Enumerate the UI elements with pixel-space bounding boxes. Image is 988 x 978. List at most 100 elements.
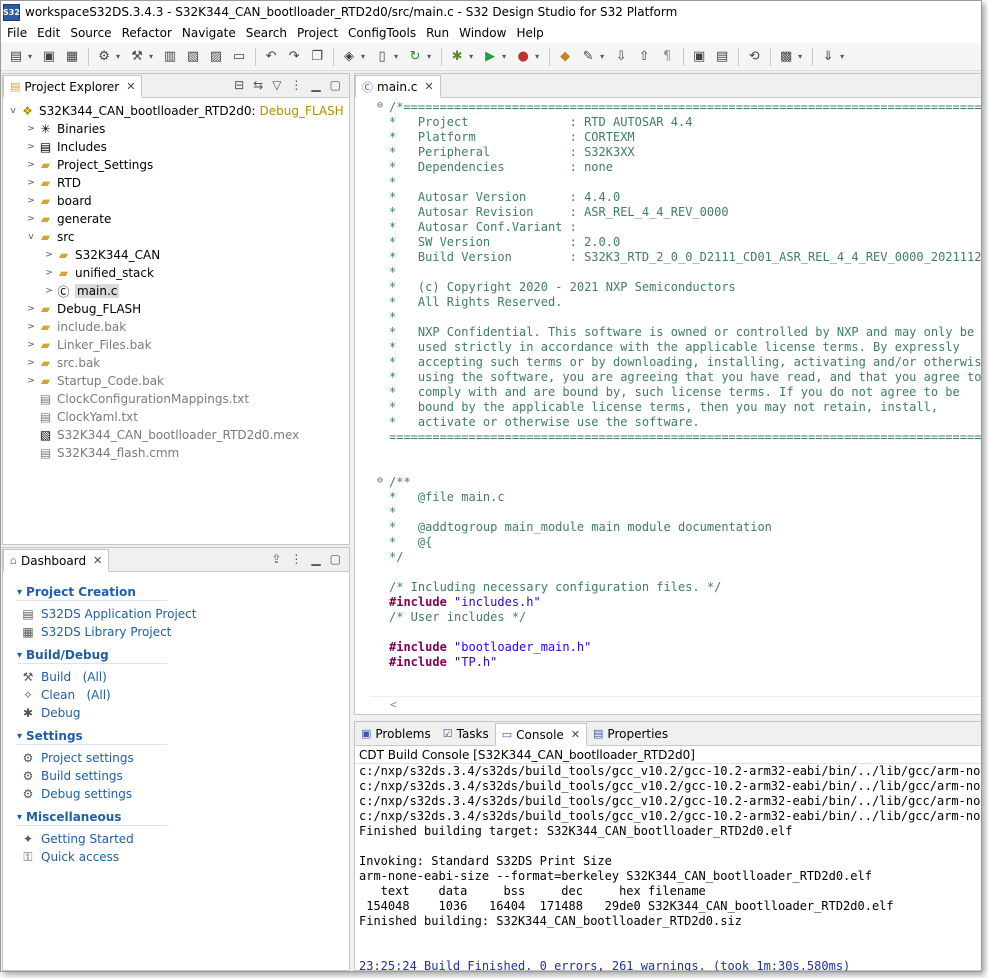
menu-search[interactable]: Search (242, 26, 293, 40)
monitor-icon[interactable]: ▣ (688, 46, 710, 68)
debug-dropdown-icon[interactable]: ▾ (469, 52, 473, 61)
view-menu-icon[interactable]: ⋮ (290, 552, 302, 566)
prev-annotation-icon[interactable]: ⇧ (633, 46, 655, 68)
chevron-right-icon[interactable]: > (25, 214, 37, 224)
tree-item[interactable]: > ▰ Debug_FLASH (3, 300, 349, 318)
terminal-icon[interactable]: ▭ (228, 46, 250, 68)
new-dropdown-icon[interactable]: ▾ (28, 52, 32, 61)
chevron-down-icon[interactable]: v (7, 106, 19, 116)
menu-window[interactable]: Window (455, 26, 512, 40)
menu-refactor[interactable]: Refactor (118, 26, 178, 40)
dashboard-section-title[interactable]: ▾ Settings (17, 726, 349, 746)
refresh-icon[interactable]: ↻ (404, 46, 426, 68)
chevron-right-icon[interactable]: > (25, 322, 37, 332)
collapse-icon[interactable]: ⊖ (377, 475, 383, 486)
dashboard-section-title[interactable]: ▾ Build/Debug (17, 645, 349, 665)
dashboard-link[interactable]: ✱ Debug (17, 704, 349, 722)
chevron-right-icon[interactable]: > (25, 142, 37, 152)
new-file-dropdown-icon[interactable]: ▾ (394, 52, 398, 61)
import-icon[interactable]: ▨ (205, 46, 227, 68)
menu-navigate[interactable]: Navigate (178, 26, 242, 40)
filter-icon[interactable]: ▽ (272, 78, 281, 92)
new-project-icon[interactable]: ▧ (182, 46, 204, 68)
external-tools-dropdown-icon[interactable]: ▾ (535, 52, 539, 61)
horizontal-scrollbar[interactable]: < (370, 696, 981, 714)
reset-icon[interactable]: ⟲ (743, 46, 765, 68)
external-tools-icon[interactable]: ● (512, 46, 534, 68)
tree-item[interactable]: v ▰ src (3, 228, 349, 246)
open-type-icon[interactable]: ◆ (554, 46, 576, 68)
tree-item[interactable]: > ▰ include.bak (3, 318, 349, 336)
tree-item[interactable]: > ▰ generate (3, 210, 349, 228)
tab-properties[interactable]: ▤ Properties (587, 722, 675, 745)
debug-icon[interactable]: ✱ (446, 46, 468, 68)
new-file-icon[interactable]: ▯ (371, 46, 393, 68)
chevron-down-icon[interactable]: ▾ (17, 650, 22, 661)
new-class-dropdown-icon[interactable]: ▾ (361, 52, 365, 61)
download-icon[interactable]: ⇓ (817, 46, 839, 68)
menu-edit[interactable]: Edit (33, 26, 66, 40)
tree-item[interactable]: > ▰ S32K344_CAN (3, 246, 349, 264)
minimize-icon[interactable]: ▁ (311, 552, 320, 566)
minimize-icon[interactable]: ▁ (311, 78, 320, 92)
dashboard-link[interactable]: ⚙ Debug settings (17, 785, 349, 803)
build-config-dropdown-icon[interactable]: ▾ (116, 52, 120, 61)
tree-item[interactable]: > Ⓒmain.c (3, 282, 349, 300)
tree-item[interactable]: > ▤ Includes (3, 138, 349, 156)
chevron-right-icon[interactable]: > (25, 196, 37, 206)
menu-project[interactable]: Project (293, 26, 344, 40)
chevron-down-icon[interactable]: ▾ (17, 587, 22, 598)
tab-tasks[interactable]: ☑ Tasks (436, 722, 495, 745)
chevron-right-icon[interactable]: > (43, 286, 55, 296)
tree-item[interactable]: > ▰ RTD (3, 174, 349, 192)
tree-item[interactable]: > ▰ unified_stack (3, 264, 349, 282)
dashboard-link[interactable]: ⚙ Project settings (17, 749, 349, 767)
menu-file[interactable]: File (3, 26, 33, 40)
tree-item[interactable]: > ▰ src.bak (3, 354, 349, 372)
tab-problems[interactable]: ▣ Problems (355, 722, 437, 745)
chevron-right-icon[interactable]: > (25, 124, 37, 134)
collapse-all-icon[interactable]: ⊟ (234, 78, 244, 92)
dashboard-link[interactable]: ⚙ Build settings (17, 767, 349, 785)
dashboard-section-title[interactable]: ▾ Miscellaneous (17, 807, 349, 827)
maximize-icon[interactable]: ▢ (330, 78, 341, 92)
tree-item[interactable]: > ▰ Project_Settings (3, 156, 349, 174)
tab-dashboard[interactable]: ⌂ Dashboard ✕ (3, 549, 110, 572)
chevron-down-icon[interactable]: ▾ (17, 812, 22, 823)
new-class-icon[interactable]: ◈ (338, 46, 360, 68)
dashboard-section-title[interactable]: ▾ Project Creation (17, 582, 349, 602)
run-dropdown-icon[interactable]: ▾ (502, 52, 506, 61)
dashboard-link[interactable]: ▤ S32DS Application Project (17, 605, 349, 623)
tree-item[interactable]: ▤ S32K344_flash.cmm (3, 444, 349, 462)
open-dashboard-icon[interactable]: ⇪ (271, 552, 281, 566)
dashboard-link[interactable]: ✧ Clean (All) (17, 686, 349, 704)
dashboard-link[interactable]: ⚿ Quick access (17, 848, 349, 866)
chevron-right-icon[interactable]: > (25, 304, 37, 314)
download-dropdown-icon[interactable]: ▾ (840, 52, 844, 61)
chevron-right-icon[interactable]: > (43, 268, 55, 278)
code-editor[interactable]: ⊖ ⊖ /*===================================… (355, 98, 981, 714)
menu-run[interactable]: Run (422, 26, 455, 40)
collapse-icon[interactable]: ⊖ (377, 100, 383, 111)
tree-item[interactable]: ▧ S32K344_CAN_bootlloader_RTD2d0.mex (3, 426, 349, 444)
chip-icon[interactable]: ▩ (775, 46, 797, 68)
tab-console[interactable]: ▭ Console ✕ (494, 723, 588, 746)
tree-item[interactable]: > ▰ Startup_Code.bak (3, 372, 349, 390)
chevron-right-icon[interactable]: > (25, 160, 37, 170)
new-icon[interactable]: ▤ (5, 46, 27, 68)
refresh-dropdown-icon[interactable]: ▾ (427, 52, 431, 61)
chevron-right-icon[interactable]: > (25, 340, 37, 350)
chevron-right-icon[interactable]: > (25, 358, 37, 368)
menu-help[interactable]: Help (512, 26, 549, 40)
tab-main-c[interactable]: Ⓒ main.c ✕ (355, 75, 441, 98)
build-config-icon[interactable]: ⚙ (93, 46, 115, 68)
chip-dropdown-icon[interactable]: ▾ (798, 52, 802, 61)
save-all-icon[interactable]: ▦ (61, 46, 83, 68)
save-icon[interactable]: ▣ (38, 46, 60, 68)
close-icon[interactable]: ✕ (93, 554, 102, 567)
close-icon[interactable]: ✕ (571, 728, 580, 741)
copy-icon[interactable]: ❐ (306, 46, 328, 68)
tree-item[interactable]: ▤ ClockYaml.txt (3, 408, 349, 426)
close-icon[interactable]: ✕ (126, 80, 135, 93)
build-dropdown-icon[interactable]: ▾ (149, 52, 153, 61)
